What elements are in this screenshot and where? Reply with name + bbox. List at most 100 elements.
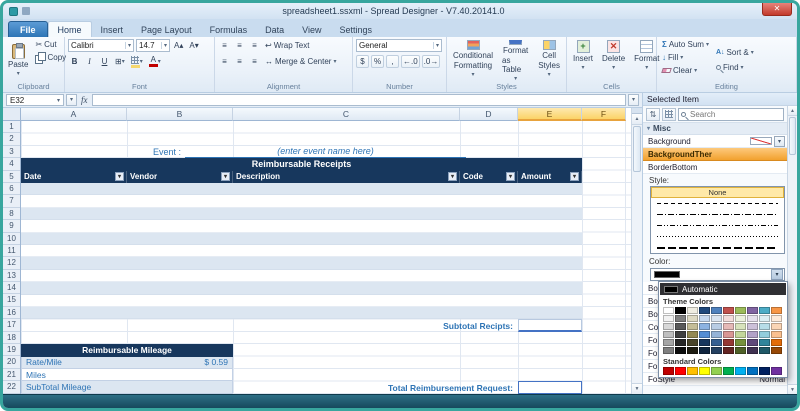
style-option-dashed[interactable] (651, 198, 784, 209)
color-swatch[interactable] (663, 315, 674, 322)
receipt-row-6[interactable] (21, 183, 582, 195)
color-swatch[interactable] (747, 323, 758, 330)
color-swatch[interactable] (687, 347, 698, 354)
find-select-button[interactable]: Find ▾ (714, 62, 756, 73)
sheet-cells[interactable]: Event : (enter event name here) Reimburs… (3, 121, 631, 394)
color-swatch[interactable] (663, 339, 674, 346)
number-format-button-4[interactable]: .0→ (422, 55, 441, 68)
row-header-19[interactable]: 19 (3, 344, 20, 356)
property-row-background[interactable]: Background ▾ (643, 135, 797, 148)
row-header-1[interactable]: 1 (3, 121, 20, 133)
color-swatch[interactable] (759, 323, 770, 330)
row-header-7[interactable]: 7 (3, 195, 20, 207)
color-swatch[interactable] (663, 307, 674, 314)
color-swatch[interactable] (699, 367, 710, 375)
color-swatch[interactable] (735, 347, 746, 354)
receipt-row-12[interactable] (21, 257, 582, 269)
format-as-table-button[interactable]: Format as Table ▾ (499, 39, 532, 81)
categorize-properties-button[interactable] (662, 108, 676, 121)
number-format-button-1[interactable]: % (371, 55, 384, 68)
color-swatch[interactable] (759, 307, 770, 314)
total-request-cell[interactable] (518, 381, 582, 393)
receipt-row-11[interactable] (21, 245, 582, 257)
color-swatch[interactable] (747, 339, 758, 346)
style-option-thick-dash[interactable] (651, 242, 784, 253)
wrap-text-button[interactable]: ↩ Wrap Text (263, 40, 311, 51)
color-swatch[interactable] (735, 315, 746, 322)
italic-button[interactable]: I (83, 55, 96, 68)
row-header-14[interactable]: 14 (3, 282, 20, 294)
color-swatch[interactable] (735, 367, 746, 375)
receipt-row-15[interactable] (21, 295, 582, 307)
subtotal-receipts-label[interactable]: Subtotal Recipts: (233, 319, 516, 331)
automatic-color-option[interactable]: Automatic (660, 283, 786, 295)
column-header-C[interactable]: C (233, 108, 460, 121)
color-swatch[interactable] (723, 339, 734, 346)
cut-button[interactable]: ✂ Cut (33, 39, 68, 50)
filter-dropdown-icon[interactable]: ▾ (115, 172, 124, 181)
fill-button[interactable]: ↓ Fill ▾ (660, 52, 711, 63)
color-swatch[interactable] (747, 347, 758, 354)
tab-page-layout[interactable]: Page Layout (132, 22, 201, 37)
color-swatch[interactable] (747, 367, 758, 375)
subtotal-receipts-cell[interactable] (518, 319, 582, 331)
close-button[interactable]: ✕ (762, 3, 792, 16)
color-swatch[interactable] (771, 367, 782, 375)
color-swatch[interactable] (687, 367, 698, 375)
color-swatch[interactable] (699, 331, 710, 338)
quick-access-icon[interactable] (22, 7, 30, 15)
color-swatch[interactable] (699, 323, 710, 330)
cell-name-box[interactable]: E32 ▾ (6, 94, 64, 106)
column-header-B[interactable]: B (127, 108, 233, 121)
color-swatch[interactable] (771, 339, 782, 346)
color-swatch[interactable] (759, 347, 770, 354)
color-swatch[interactable] (723, 367, 734, 375)
style-option-dotted[interactable] (651, 231, 784, 242)
app-icon[interactable] (9, 7, 18, 16)
bold-button[interactable]: B (68, 55, 81, 68)
style-option-dash-dot[interactable] (651, 209, 784, 220)
row-header-2[interactable]: 2 (3, 133, 20, 145)
conditional-formatting-button[interactable]: Conditional Formatting ▾ (450, 39, 496, 81)
color-dropdown-icon[interactable]: ▾ (771, 269, 783, 280)
color-swatch[interactable] (759, 331, 770, 338)
color-swatch[interactable] (735, 323, 746, 330)
number-format-button-2[interactable]: , (386, 55, 399, 68)
sort-properties-button[interactable]: ⇅ (646, 108, 660, 121)
column-header-A[interactable]: A (21, 108, 127, 121)
font-family-combo[interactable]: Calibri ▾ (68, 39, 134, 52)
align-middle-button[interactable]: ≡ (233, 39, 246, 52)
color-swatch[interactable] (675, 367, 686, 375)
row-header-8[interactable]: 8 (3, 208, 20, 220)
event-row[interactable]: Event : (enter event name here) (153, 146, 466, 158)
row-header-18[interactable]: 18 (3, 332, 20, 344)
property-dropdown-icon[interactable]: ▾ (774, 136, 785, 147)
color-swatch[interactable] (723, 347, 734, 354)
borders-button[interactable]: ⊞ ▾ (113, 55, 127, 68)
delete-cells-button[interactable]: ✕ Delete ▾ (599, 39, 628, 81)
color-swatch[interactable] (735, 339, 746, 346)
panel-scrollbar-thumb[interactable] (789, 117, 796, 155)
color-swatch[interactable] (771, 331, 782, 338)
fill-color-button[interactable]: ▾ (129, 55, 145, 68)
color-swatch[interactable] (711, 339, 722, 346)
color-swatch[interactable] (663, 347, 674, 354)
row-header-11[interactable]: 11 (3, 245, 20, 257)
color-swatch[interactable] (735, 307, 746, 314)
insert-cells-button[interactable]: + Insert ▾ (570, 39, 596, 81)
event-name-placeholder[interactable]: (enter event name here) (185, 146, 466, 158)
filter-dropdown-icon[interactable]: ▾ (448, 172, 457, 181)
color-swatch[interactable] (663, 367, 674, 375)
row-header-4[interactable]: 4 (3, 158, 20, 170)
formula-bar-expand-button[interactable]: ▾ (628, 94, 639, 106)
color-swatch[interactable] (711, 323, 722, 330)
color-swatch[interactable] (723, 307, 734, 314)
mileage-table-title[interactable]: Reimbursable Mileage (21, 344, 233, 356)
color-swatch[interactable] (771, 307, 782, 314)
receipt-row-14[interactable] (21, 282, 582, 294)
color-swatch[interactable] (675, 347, 686, 354)
merge-center-button[interactable]: ↔ Merge & Center ▾ (263, 56, 338, 67)
category-misc[interactable]: ▾ Misc (643, 123, 797, 135)
receipts-table-title[interactable]: Reimbursable Receipts (21, 158, 582, 170)
color-swatch[interactable] (687, 307, 698, 314)
